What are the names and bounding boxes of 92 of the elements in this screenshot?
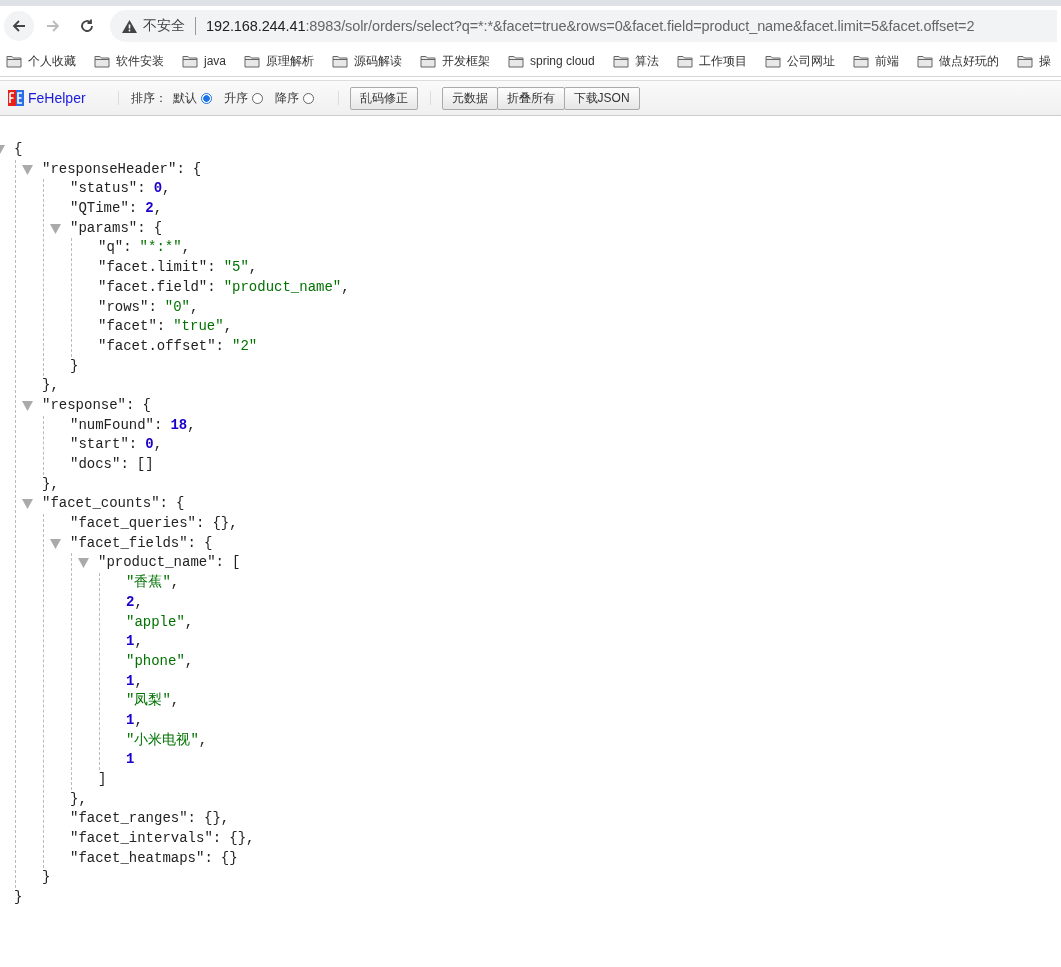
back-arrow-icon	[11, 18, 27, 34]
bookmark-link[interactable]: 原理解析	[266, 52, 314, 70]
sort-radio[interactable]	[302, 92, 314, 104]
bookmark-link[interactable]: 开发框架	[442, 52, 490, 70]
json-line: "response": {	[42, 395, 151, 415]
json-line: }	[42, 868, 51, 888]
json-line: "start": 0,	[70, 435, 163, 455]
json-line: "status": 0,	[70, 179, 171, 199]
folder-icon	[182, 54, 198, 68]
folder-icon	[612, 54, 629, 68]
folder-icon	[676, 54, 693, 68]
json-line: "apple",	[126, 612, 194, 632]
json-line: },	[42, 474, 59, 494]
json-line: "facet": "true",	[98, 317, 233, 337]
collapse-toggle[interactable]	[21, 399, 33, 412]
json-line: "numFound": 18,	[70, 415, 196, 435]
forward-arrow-icon	[45, 18, 61, 34]
folder-icon	[244, 54, 260, 68]
sort-option-label: 降序	[274, 89, 299, 107]
sort-radio[interactable]	[200, 92, 212, 104]
fehelper-logo-icon	[8, 90, 24, 106]
json-line: "q": "*:*",	[98, 238, 191, 258]
json-line: "facet_fields": {	[70, 533, 213, 553]
json-line: "facet_queries": {},	[70, 514, 238, 534]
folder-icon	[420, 54, 436, 68]
collapse-toggle[interactable]	[49, 222, 61, 235]
json-line: "facet_ranges": {},	[70, 809, 230, 829]
bookmark-link[interactable]: 个人收藏	[28, 52, 76, 70]
fix-encoding-button[interactable]: 乱码修正	[349, 86, 418, 110]
json-line: },	[42, 376, 59, 396]
url-text: 192.168.244.41:8983/solr/orders/select?q=*:*&facet=true&rows=0&facet.field=product_name&facet.limit=5&facet.offset=2	[206, 18, 975, 34]
json-line: 1,	[126, 671, 143, 691]
json-line: "phone",	[126, 651, 194, 671]
json-line: "小米电视",	[126, 730, 208, 750]
fehelper-title: FeHelper	[28, 90, 86, 106]
json-line: ]	[98, 770, 107, 789]
json-line: "docs": []	[70, 455, 154, 474]
collapse-toggle[interactable]	[49, 537, 61, 550]
json-line: "facet_intervals": {},	[70, 829, 255, 849]
sort-option-label: 升序	[223, 89, 248, 107]
back-button[interactable]	[4, 11, 34, 41]
bookmark-link[interactable]: 源码解读	[354, 52, 402, 70]
json-line: "facet_counts": {	[42, 494, 185, 514]
bookmark-link[interactable]: 软件安装	[116, 52, 164, 70]
folder-icon	[508, 54, 524, 68]
toolbar-button[interactable]: 元数据	[441, 86, 498, 110]
folder-icon	[1016, 54, 1033, 68]
address-bar[interactable]: 不安全 192.168.244.41:8983/solr/orders/select?q=*:*&facet=true&rows=0&facet.field=product_name&facet.limit=5&facet.offset=2	[110, 10, 1057, 42]
folder-icon	[6, 54, 22, 68]
json-line: "facet.limit": "5",	[98, 258, 258, 278]
bookmark-link[interactable]: 操	[1038, 52, 1051, 70]
bookmark-link[interactable]: 工作项目	[698, 52, 747, 70]
collapse-toggle[interactable]	[21, 163, 33, 176]
json-line: "facet.field": "product_name",	[98, 277, 350, 297]
json-line: "rows": "0",	[98, 297, 199, 317]
bookmark-link[interactable]: 前端	[874, 52, 899, 70]
bookmark-link[interactable]: spring cloud	[530, 54, 595, 68]
sort-option-label: 默认	[172, 89, 197, 107]
json-line: "responseHeader": {	[42, 159, 202, 179]
collapse-toggle[interactable]	[77, 557, 89, 570]
json-line: "QTime": 2,	[70, 199, 163, 219]
json-line: "facet_heatmaps": {}	[70, 848, 238, 868]
json-line: }	[14, 888, 23, 908]
bookmark-link[interactable]: java	[204, 54, 226, 68]
warning-icon	[122, 19, 137, 33]
toolbar-button[interactable]: 下载JSON	[563, 86, 640, 110]
json-line: 1,	[126, 632, 143, 652]
folder-icon	[94, 54, 110, 68]
json-line: "product_name": [	[98, 553, 241, 573]
json-line: "params": {	[70, 218, 163, 238]
reload-icon	[79, 18, 95, 34]
folder-icon	[332, 54, 348, 68]
not-secure-label: 不安全	[143, 17, 185, 35]
json-line: }	[70, 356, 79, 376]
collapse-toggle[interactable]	[21, 498, 33, 511]
json-line: 1,	[126, 710, 143, 730]
json-line: "facet.offset": "2"	[98, 336, 258, 356]
json-line: 2,	[126, 592, 143, 612]
json-line: 1	[126, 750, 135, 770]
bookmark-link[interactable]: 做点好玩的	[938, 52, 999, 70]
json-line: {	[14, 140, 23, 159]
bookmark-link[interactable]: 算法	[634, 52, 659, 70]
json-line: "凤梨",	[126, 691, 180, 711]
sort-label: 排序：	[130, 89, 167, 107]
folder-icon	[852, 54, 869, 68]
folder-icon	[764, 54, 781, 68]
json-line: },	[70, 789, 87, 809]
toolbar-button[interactable]: 折叠所有	[496, 86, 565, 110]
sort-radio[interactable]	[251, 92, 263, 104]
folder-icon	[916, 54, 933, 68]
bookmark-link[interactable]: 公司网址	[786, 52, 835, 70]
json-line: "香蕉",	[126, 573, 180, 593]
